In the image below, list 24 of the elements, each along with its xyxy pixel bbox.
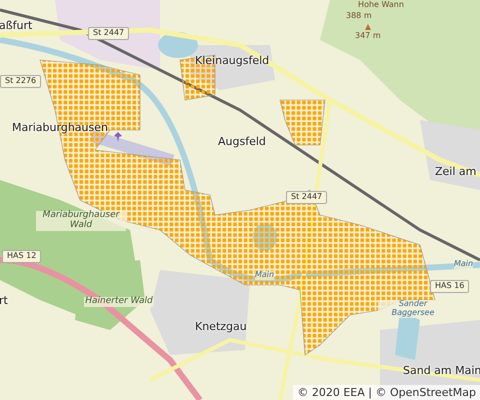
peak-label: 347 m <box>355 32 381 41</box>
road-number-label: HAS 12 <box>2 250 42 263</box>
lake-shape <box>158 32 198 58</box>
peak-label: Hohe Wann <box>357 1 405 10</box>
forest-label: Mariaburghauser Wald <box>36 211 126 231</box>
place-label: Kleinaugsfeld <box>195 55 270 68</box>
place-label: rt <box>0 295 8 308</box>
road-number-label: HAS 16 <box>430 280 470 293</box>
road-number-label: St 2447 <box>286 191 328 204</box>
built-up-area <box>420 120 480 190</box>
peak-label: 388 m <box>346 12 372 21</box>
peak-icon <box>365 24 371 30</box>
water-label: Main <box>454 260 474 269</box>
place-label: Knetzgau <box>195 321 247 334</box>
place-label: aßfurt <box>0 20 32 32</box>
forest-label: Hainerter Wald <box>84 297 154 307</box>
attribution-text: © 2020 EEA | © OpenStreetMap <box>293 385 480 400</box>
place-label: Zeil am <box>435 166 476 178</box>
place-label: Mariaburghausen <box>12 122 108 134</box>
airplane-icon <box>114 132 122 142</box>
road-number-label: St 2276 <box>0 75 42 88</box>
road-number-label: St 2447 <box>88 27 130 40</box>
water-label: Main <box>255 271 274 280</box>
place-label: Augsfeld <box>218 136 266 148</box>
